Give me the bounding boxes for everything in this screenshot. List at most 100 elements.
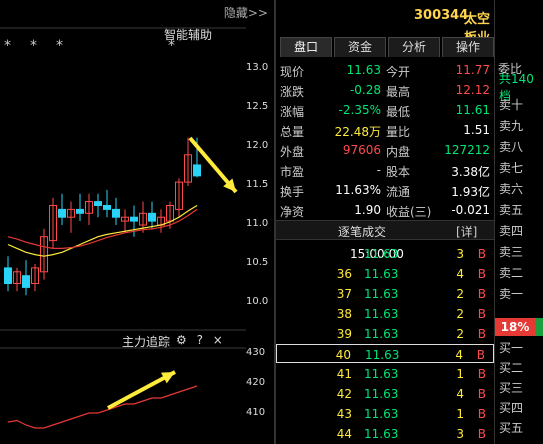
price-tick: 12.5 xyxy=(246,101,269,112)
sell-level[interactable]: 卖十 xyxy=(499,96,523,113)
tab-pankou[interactable]: 盘口 xyxy=(280,37,332,57)
candle-body xyxy=(148,212,156,222)
quote-value: 1.93亿 xyxy=(451,185,490,199)
trade-row[interactable]: 43 11.63 1 B xyxy=(276,404,494,423)
sell-level[interactable]: 卖八 xyxy=(499,138,523,155)
trade-volume: 2 xyxy=(456,307,464,321)
volume-tick: 420 xyxy=(246,377,266,388)
sell-level[interactable]: 卖二 xyxy=(499,264,523,281)
quote-row: 总量 22.48万 量比 1.51 xyxy=(276,120,494,140)
sell-level[interactable]: 卖四 xyxy=(499,222,523,239)
quote-row: 换手 11.63% 流通 1.93亿 xyxy=(276,180,494,200)
order-ratio-badge: 18% xyxy=(495,318,535,336)
sell-level[interactable]: 卖九 xyxy=(499,117,523,134)
sell-level[interactable]: 卖五 xyxy=(499,201,523,218)
trade-volume: 1 xyxy=(456,407,464,421)
trade-side: B xyxy=(477,367,486,381)
candle-body xyxy=(58,208,66,218)
trade-time: 42 xyxy=(336,387,352,401)
quote-row: 市盈 - 股本 3.38亿 xyxy=(276,160,494,180)
trade-side: B xyxy=(477,267,486,281)
buy-level[interactable]: 买三 xyxy=(499,379,523,396)
quote-label: 今开 xyxy=(386,65,411,79)
trade-row[interactable]: 40 11.63 4 B xyxy=(276,344,494,363)
trade-row[interactable]: 38 11.63 2 B xyxy=(276,304,494,323)
help-icon[interactable]: ? xyxy=(197,333,203,347)
trade-time: 43 xyxy=(336,407,352,421)
candle-body xyxy=(103,205,111,210)
trade-header: 逐笔成交 [详] xyxy=(276,220,494,240)
trade-price: 11.63 xyxy=(364,327,399,341)
trade-price: 11.63 xyxy=(364,367,399,381)
trade-time: 36 xyxy=(336,267,352,281)
trade-volume: 1 xyxy=(456,367,464,381)
detail-link[interactable]: [详] xyxy=(456,223,477,240)
trade-side: B xyxy=(477,427,486,441)
quote-label: 涨跌 xyxy=(280,85,305,99)
buy-level[interactable]: 买四 xyxy=(499,399,523,416)
gear-icon[interactable]: ⚙ xyxy=(176,333,187,347)
trade-time: 40 xyxy=(335,348,351,362)
trade-side: B xyxy=(477,387,486,401)
price-tick: 10.5 xyxy=(246,257,269,268)
quote-row: 现价 11.63 今开 11.77 xyxy=(276,60,494,80)
quote-label: 现价 xyxy=(280,65,305,79)
quote-value: 22.48万 xyxy=(334,125,381,139)
trade-row[interactable]: 41 11.63 1 B xyxy=(276,364,494,383)
indicator-label: 主力追踪 xyxy=(122,335,171,349)
trade-side: B xyxy=(476,348,485,362)
tab-operation[interactable]: 操作 xyxy=(442,37,494,57)
trade-volume: 4 xyxy=(455,348,463,362)
quote-row: 涨幅 -2.35% 最低 11.61 xyxy=(276,100,494,120)
trade-row[interactable]: 42 11.63 4 B xyxy=(276,384,494,403)
trade-volume: 3 xyxy=(456,427,464,441)
panel-tabs: 盘口 资金 分析 操作 xyxy=(280,37,494,57)
star-marker: * xyxy=(4,38,11,54)
trade-row[interactable]: 37 11.63 2 B xyxy=(276,284,494,303)
trade-price: 11.63 xyxy=(364,267,399,281)
quote-value: -2.35% xyxy=(338,103,381,117)
trade-row[interactable]: 39 11.63 2 B xyxy=(276,324,494,343)
trade-volume: 4 xyxy=(456,267,464,281)
quote-row: 涨跌 -0.28 最高 12.12 xyxy=(276,80,494,100)
quote-value: 11.63 xyxy=(346,63,381,77)
orderbook-panel: 共140档 卖十 卖九 卖八 卖七 卖六 卖五 卖四 卖三 卖二 卖一 18% 买一 买二 买三 买四 买五 xyxy=(494,56,543,444)
candle-body xyxy=(4,267,12,284)
trade-price: 11.63 xyxy=(364,287,399,301)
trade-time: 41 xyxy=(336,367,352,381)
star-marker: * xyxy=(56,38,63,54)
quote-value: -0.28 xyxy=(349,83,381,97)
trade-price: 11.63 xyxy=(364,387,399,401)
buy-level[interactable]: 买一 xyxy=(499,339,523,356)
trade-row[interactable]: 36 11.63 4 B xyxy=(276,264,494,283)
smart-assist-label[interactable]: 智能辅助 xyxy=(164,26,212,43)
trade-row[interactable]: 44 11.63 3 B xyxy=(276,424,494,443)
kline-chart[interactable] xyxy=(0,0,246,444)
sell-level[interactable]: 卖三 xyxy=(499,243,523,260)
sell-level[interactable]: 卖六 xyxy=(499,180,523,197)
tab-funds[interactable]: 资金 xyxy=(334,37,386,57)
trade-time: 37 xyxy=(336,287,352,301)
candle-body xyxy=(112,208,120,218)
trade-volume: 3 xyxy=(456,247,464,261)
sell-level[interactable]: 卖一 xyxy=(499,285,523,302)
close-icon[interactable]: × xyxy=(213,333,223,347)
quote-value: 1.51 xyxy=(463,123,490,137)
quote-label: 涨幅 xyxy=(280,105,305,119)
buy-level[interactable]: 买五 xyxy=(499,419,523,436)
price-tick: 13.0 xyxy=(246,62,269,73)
quote-panel: 300344 太空板业 盘口 资金 分析 操作 现价 11.63 今开 11.77 涨跌… xyxy=(276,0,494,444)
quote-value: 97606 xyxy=(342,143,381,157)
quote-value: 11.63% xyxy=(335,183,381,197)
volume-tick: 430 xyxy=(246,347,266,358)
trade-time: 39 xyxy=(336,327,352,341)
quote-label: 外盘 xyxy=(280,145,305,159)
quote-label: 最高 xyxy=(386,85,411,99)
trade-row[interactable]: 15:00:00 11.63 3 B xyxy=(276,244,494,263)
buy-level[interactable]: 买二 xyxy=(499,359,523,376)
trade-volume: 2 xyxy=(456,287,464,301)
tab-analysis[interactable]: 分析 xyxy=(388,37,440,57)
trade-side: B xyxy=(477,407,486,421)
trade-side: B xyxy=(477,287,486,301)
sell-level[interactable]: 卖七 xyxy=(499,159,523,176)
